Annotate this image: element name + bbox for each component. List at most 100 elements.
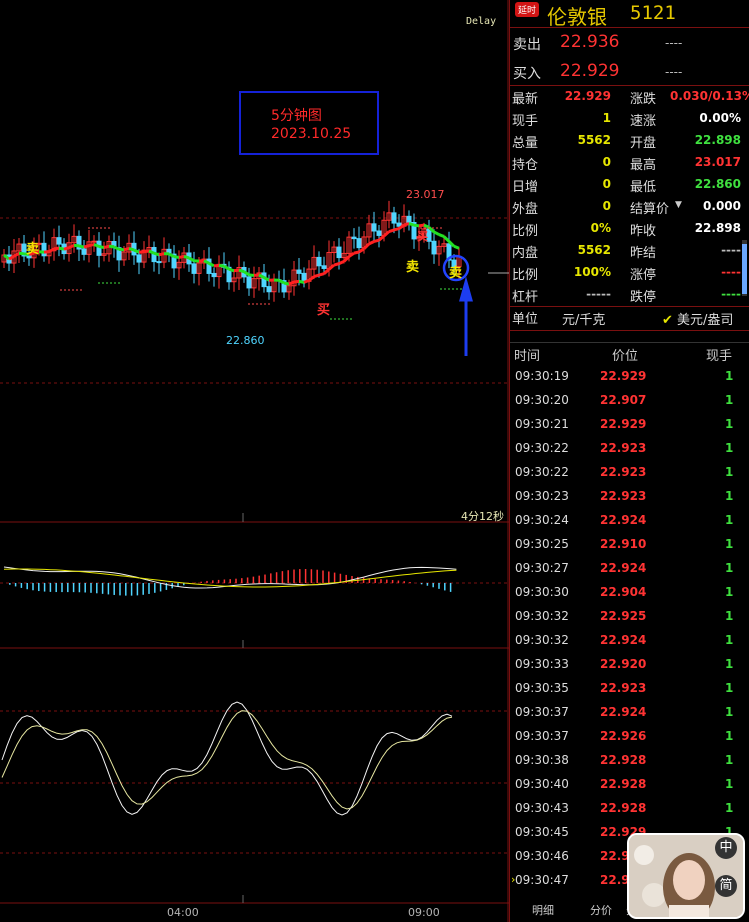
tick-price: 22.924 — [600, 513, 647, 527]
candle-body — [316, 256, 322, 267]
moving-average-segment — [288, 280, 295, 286]
stat-label: 比例 — [512, 224, 539, 239]
up-arrow-icon — [459, 276, 473, 356]
sell-quote-row[interactable]: 卖出 22.936 ---- — [510, 31, 749, 57]
tick-time: 09:30:32 — [515, 633, 569, 647]
tick-row[interactable]: 09:30:30 22.904 1 — [510, 583, 749, 607]
tick-row[interactable]: 09:30:37 22.926 1 — [510, 727, 749, 751]
chart-area[interactable]: Delay 5分钟图 2023.10.25 23.017 22.860 4分12… — [0, 0, 509, 922]
scrollbar-thumb[interactable] — [742, 244, 747, 294]
tick-row[interactable]: 09:30:27 22.924 1 — [510, 559, 749, 583]
moving-average-segment — [53, 246, 60, 251]
tick-row[interactable]: 09:30:25 22.910 1 — [510, 535, 749, 559]
moving-average-segment — [128, 247, 135, 252]
tick-row[interactable]: 09:30:35 22.923 1 — [510, 679, 749, 703]
moving-average-segment — [438, 233, 445, 238]
moving-average-segment — [408, 222, 415, 227]
tick-volume: 1 — [725, 729, 734, 743]
tick-price: 22.928 — [600, 777, 647, 791]
moving-average-segment — [238, 268, 245, 274]
buy-quote-row[interactable]: 买入 22.929 ---- — [510, 60, 749, 86]
x-tick-0900: 09:00 — [408, 906, 440, 919]
chevron-down-icon[interactable]: ▼ — [675, 200, 682, 210]
tick-volume: 1 — [725, 777, 734, 791]
unit-option-yuan-kg[interactable]: 元/千克 — [562, 309, 605, 328]
tick-time: 09:30:46 — [515, 849, 569, 863]
tick-time: 09:30:20 — [515, 393, 569, 407]
oscillator-k-line — [1, 701, 453, 816]
tick-row[interactable]: 09:30:20 22.907 1 — [510, 391, 749, 415]
moving-average-segment — [48, 247, 55, 253]
moving-average-segment — [313, 273, 320, 279]
tick-row[interactable]: 09:30:24 22.924 1 — [510, 511, 749, 535]
candle-body — [356, 238, 362, 249]
candle-body — [301, 272, 307, 282]
stat-value: 0 — [602, 199, 611, 213]
divider — [510, 85, 749, 86]
tick-row[interactable]: 09:30:40 22.928 1 — [510, 775, 749, 799]
tick-time: 09:30:23 — [515, 489, 569, 503]
divider — [510, 27, 749, 28]
tick-row[interactable]: 09:30:22 22.923 1 — [510, 463, 749, 487]
tab-detail[interactable]: 明细 — [532, 902, 554, 918]
delay-label: Delay — [466, 16, 497, 27]
symbol-code: 5121 — [630, 2, 676, 24]
tick-row[interactable]: 09:30:43 22.928 1 — [510, 799, 749, 823]
candle-body — [211, 272, 217, 278]
tick-time: 09:30:40 — [515, 777, 569, 791]
tick-volume: 1 — [725, 681, 734, 695]
moving-average-segment — [413, 223, 420, 228]
unit-option-usd-oz[interactable]: ✔ 美元/盎司 — [662, 309, 733, 328]
candle-body — [391, 212, 397, 224]
moving-average-segment — [83, 244, 90, 249]
tick-row[interactable]: 09:30:21 22.929 1 — [510, 415, 749, 439]
tick-row[interactable]: 09:30:22 22.923 1 — [510, 439, 749, 463]
x-tick-0400: 04:00 — [167, 906, 199, 919]
moving-average-segment — [283, 281, 290, 286]
stat-value: 22.898 — [694, 133, 741, 147]
tick-row[interactable]: 09:30:37 22.924 1 — [510, 703, 749, 727]
stat-label: 持仓 — [512, 158, 539, 173]
moving-average-segment — [103, 244, 110, 250]
sell-label: 卖出 — [513, 37, 541, 53]
divider — [510, 342, 749, 343]
stat-value: 1 — [602, 111, 611, 125]
moving-average-segment — [303, 278, 310, 284]
tick-row[interactable]: 09:30:19 22.929 1 — [510, 367, 749, 391]
language-chip[interactable]: 中 — [715, 837, 737, 859]
stat-label: 开盘 — [630, 136, 657, 151]
annotation-date: 2023.10.25 — [271, 126, 352, 142]
stat-label: 昨结 — [630, 246, 657, 261]
tick-time: 09:30:22 — [515, 465, 569, 479]
tick-time: 09:30:30 — [515, 585, 569, 599]
candle-body — [191, 263, 197, 274]
tick-row[interactable]: 09:30:33 22.920 1 — [510, 655, 749, 679]
moving-average-segment — [382, 230, 391, 238]
tick-row[interactable]: 09:30:32 22.925 1 — [510, 607, 749, 631]
tab-price-distribution[interactable]: 分价 — [590, 902, 612, 918]
sell-signal: 卖 — [26, 242, 40, 257]
quote-panel: 延时 伦敦银 5121 卖出 22.936 ---- 买入 22.929 ---… — [509, 0, 749, 922]
avatar-widget[interactable]: 中 简 — [627, 833, 745, 919]
tick-price: 22.923 — [600, 681, 647, 695]
tick-row[interactable]: 09:30:32 22.924 1 — [510, 631, 749, 655]
stat-label: 比例 — [512, 268, 539, 283]
stat-label: 总量 — [512, 136, 539, 151]
simplified-chip[interactable]: 简 — [715, 875, 737, 897]
tick-time: 09:30:38 — [515, 753, 569, 767]
tick-volume: 1 — [725, 609, 734, 623]
stat-value: 100% — [573, 265, 611, 279]
tick-price: 22.920 — [600, 657, 647, 671]
buy-signal: 买 — [317, 303, 331, 318]
tick-row[interactable]: 09:30:23 22.923 1 — [510, 487, 749, 511]
tick-row[interactable]: 09:30:38 22.928 1 — [510, 751, 749, 775]
tick-volume: 1 — [725, 489, 734, 503]
stat-label: 现手 — [512, 114, 539, 129]
checkmark-icon: ✔ — [662, 313, 673, 328]
moving-average-segment — [328, 263, 335, 271]
tick-time: 09:30:35 — [515, 681, 569, 695]
tick-volume: 1 — [725, 441, 734, 455]
moving-average-segment — [108, 244, 115, 249]
stat-label: 最高 — [630, 158, 657, 173]
tick-price: 22.907 — [600, 393, 647, 407]
